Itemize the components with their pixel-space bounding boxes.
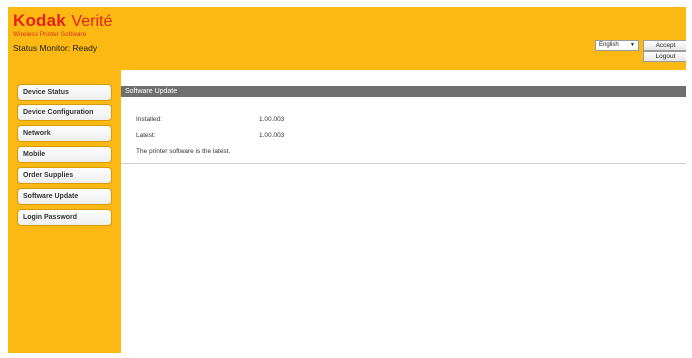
sidebar-item-device-configuration[interactable]: Device Configuration [17,104,112,121]
status-monitor: Status Monitor: Ready [13,43,98,53]
installed-label: Installed: [136,116,163,123]
sidebar-item-login-password[interactable]: Login Password [17,209,112,226]
app-frame: Kodak Verité Wireless Printer Software S… [8,7,686,353]
dropdown-arrow-icon: ▼ [630,42,635,48]
sidebar-item-order-supplies[interactable]: Order Supplies [17,167,112,184]
sidebar-item-software-update[interactable]: Software Update [17,188,112,205]
installed-version: 1.00.003 [259,116,285,123]
logout-button[interactable]: Logout [643,51,686,62]
sidebar-item-device-status[interactable]: Device Status [17,84,112,101]
accept-button[interactable]: Accept [643,40,686,51]
logo-subtitle: Wireless Printer Software [13,31,87,38]
language-select[interactable]: English ▼ [595,40,639,51]
sidebar-item-mobile[interactable]: Mobile [17,146,112,163]
kodak-logo: Kodak Verité [13,11,112,31]
divider [121,163,686,164]
latest-label: Latest: [136,132,156,139]
main-content: Software Update Installed: 1.00.003 Late… [121,70,686,353]
latest-version: 1.00.003 [259,132,285,139]
sidebar-item-network[interactable]: Network [17,125,112,142]
language-select-value: English [599,42,619,48]
logo-verite-text: Verité [71,13,113,30]
update-status-message: The printer software is the latest. [136,148,231,155]
logo-kodak-text: Kodak [13,11,66,30]
section-title: Software Update [121,86,686,97]
